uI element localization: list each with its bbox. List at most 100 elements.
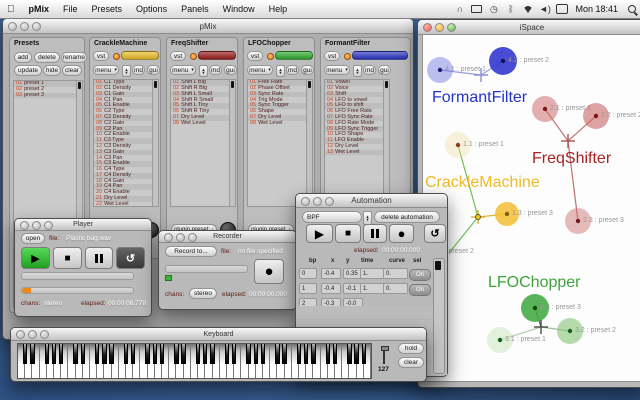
param-scrollbar[interactable] xyxy=(152,80,158,206)
zoom-icon[interactable] xyxy=(32,22,41,31)
param-stepper[interactable]: ▲▼ xyxy=(122,65,131,77)
param-list[interactable]: 01Vowel02Voice03Shift04LFO to vowel05LFO… xyxy=(324,79,390,207)
black-key[interactable] xyxy=(326,344,330,364)
black-key[interactable] xyxy=(160,344,164,364)
black-key[interactable] xyxy=(225,344,229,364)
black-key[interactable] xyxy=(174,344,178,364)
pause-button[interactable] xyxy=(363,224,387,243)
param-list[interactable]: 01C1 Type02C1 Density03C1 Gain04C1 Pan05… xyxy=(93,79,159,207)
black-key[interactable] xyxy=(354,344,358,364)
menu-item-options[interactable]: Options xyxy=(129,4,174,14)
menu-dropdown[interactable]: menu▾ xyxy=(170,65,196,75)
minimize-icon[interactable] xyxy=(32,221,41,230)
stereo-button[interactable]: stereo xyxy=(189,288,217,299)
md-button[interactable]: md xyxy=(209,65,222,75)
black-key[interactable] xyxy=(153,344,157,364)
vst-button[interactable]: vst xyxy=(247,51,263,61)
menu-item-file[interactable]: File xyxy=(56,4,85,14)
param-stepper[interactable]: ▲▼ xyxy=(276,65,285,77)
black-key[interactable] xyxy=(30,344,34,364)
spotlight-icon[interactable] xyxy=(625,3,638,15)
pause-button[interactable] xyxy=(85,247,113,269)
cell-bp[interactable]: 1 xyxy=(299,283,317,294)
minimize-icon[interactable] xyxy=(28,330,37,339)
zoom-icon[interactable] xyxy=(188,233,197,242)
interp-cursor-dot[interactable] xyxy=(476,215,481,220)
sel-on-button[interactable]: On xyxy=(409,284,431,296)
param-scrollbar[interactable] xyxy=(306,80,312,206)
preset-node-dot[interactable] xyxy=(576,219,580,223)
open-button[interactable]: open xyxy=(21,233,45,244)
zoom-icon[interactable] xyxy=(325,197,334,206)
preset-node-dot[interactable] xyxy=(438,68,442,72)
preset-node-dot[interactable] xyxy=(505,212,509,216)
zoom-icon[interactable] xyxy=(40,330,49,339)
interpolation-space[interactable]: 4.1 : preset 14.2 : preset 2FormantFilte… xyxy=(418,20,640,387)
update-button[interactable]: update xyxy=(14,65,42,76)
record-button[interactable]: ● xyxy=(389,224,414,243)
close-icon[interactable] xyxy=(8,22,17,31)
vst-button[interactable]: vst xyxy=(324,51,340,61)
clock-icon[interactable]: ◷ xyxy=(487,3,500,15)
black-key[interactable] xyxy=(261,344,265,364)
close-icon[interactable] xyxy=(20,221,29,230)
black-key[interactable] xyxy=(232,344,236,364)
scroll-thumb[interactable] xyxy=(308,81,311,88)
param-stepper[interactable]: ▲▼ xyxy=(353,65,362,77)
display-icon[interactable] xyxy=(470,3,483,15)
gui-button[interactable]: gui xyxy=(147,65,160,75)
black-key[interactable] xyxy=(181,344,185,364)
param-row[interactable]: 08Wet Level xyxy=(171,121,235,127)
velocity-slider[interactable] xyxy=(383,346,385,364)
preset-node-dot[interactable] xyxy=(594,114,598,118)
black-key[interactable] xyxy=(131,344,135,364)
menu-item-presets[interactable]: Presets xyxy=(85,4,130,14)
target-select[interactable]: BPF xyxy=(302,211,362,223)
automation-titlebar[interactable]: Automation xyxy=(296,194,447,208)
hide-button[interactable]: hide xyxy=(43,65,61,76)
gui-button[interactable]: gui xyxy=(224,65,237,75)
param-scrollbar[interactable] xyxy=(383,80,389,206)
position-slider[interactable] xyxy=(21,272,134,280)
menu-dropdown[interactable]: menu▾ xyxy=(247,65,273,75)
stop-button[interactable]: ■ xyxy=(335,224,361,243)
param-list[interactable]: 01Shift L Big02Shift R Big03Shift L Smal… xyxy=(170,79,236,207)
minimize-icon[interactable] xyxy=(176,233,185,242)
cell-x[interactable]: -0.4 xyxy=(321,268,341,279)
menu-clock[interactable]: Mon 18:41 xyxy=(570,4,623,14)
black-key[interactable] xyxy=(333,344,337,364)
param-row[interactable]: 22Wet Level xyxy=(94,202,158,207)
keyboard-titlebar[interactable]: Keyboard xyxy=(11,328,426,341)
menu-dropdown[interactable]: menu▾ xyxy=(324,65,350,75)
pmix-titlebar[interactable]: pMix xyxy=(3,19,413,34)
preset-node-dot[interactable] xyxy=(498,338,502,342)
param-row[interactable]: 08Wet Level xyxy=(248,121,312,127)
cell-curve[interactable]: 0. xyxy=(383,283,408,294)
clear-button[interactable]: clear xyxy=(62,65,82,76)
wifi-icon[interactable] xyxy=(521,3,534,15)
preset-node-dot[interactable] xyxy=(456,143,460,147)
loop-button[interactable]: ↺ xyxy=(424,224,446,243)
black-key[interactable] xyxy=(45,344,49,364)
black-key[interactable] xyxy=(81,344,85,364)
black-key[interactable] xyxy=(254,344,258,364)
black-key[interactable] xyxy=(109,344,113,364)
md-button[interactable]: md xyxy=(286,65,299,75)
table-scrollbar[interactable] xyxy=(433,258,445,374)
hold-button[interactable]: hold xyxy=(398,343,424,354)
preset-node-dot[interactable] xyxy=(501,59,505,63)
clear-button[interactable]: clear xyxy=(398,357,424,368)
cell-time[interactable]: 1. xyxy=(360,268,385,279)
cell-bp[interactable]: 0 xyxy=(299,268,317,279)
black-key[interactable] xyxy=(275,344,279,364)
close-icon[interactable] xyxy=(164,233,173,242)
black-key[interactable] xyxy=(196,344,200,364)
black-key[interactable] xyxy=(124,344,128,364)
black-key[interactable] xyxy=(297,344,301,364)
loop-button[interactable]: ↺ xyxy=(116,247,145,269)
param-stepper[interactable]: ▲▼ xyxy=(199,65,208,77)
menu-dropdown[interactable]: menu▾ xyxy=(93,65,119,75)
stop-button[interactable]: ■ xyxy=(53,247,82,269)
preset-node-dot[interactable] xyxy=(533,306,537,310)
black-key[interactable] xyxy=(23,344,27,364)
